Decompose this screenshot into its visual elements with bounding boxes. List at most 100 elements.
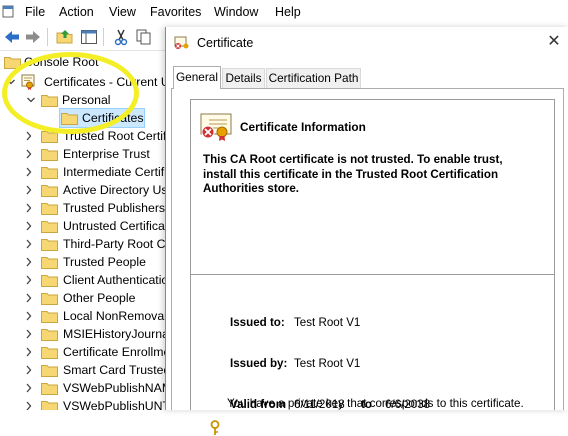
chevron-right-icon[interactable] [24,271,34,289]
up-folder-icon[interactable] [56,28,74,46]
tree-item-store[interactable]: Trusted Publishers [0,199,168,217]
close-button[interactable]: ✕ [544,32,564,52]
tree-item-label: Smart Card Trusted [63,363,168,377]
tab-details[interactable]: Details [222,68,265,88]
tree-item-label: Certificate Enrollme [63,345,168,359]
tree-item-store[interactable]: VSWebPublishUNTI [0,397,168,410]
folder-open-icon [41,95,58,107]
folder-icon [41,293,58,305]
console-tree: Console Root Certificates - Current U Pe… [0,51,168,410]
certificate-information-heading: Certificate Information [240,120,366,134]
tree-item-label: Console Root [24,55,99,69]
tree-item-store[interactable]: Trusted Root Certifi [0,127,168,145]
folder-icon [41,167,58,179]
chevron-right-icon[interactable] [24,127,34,145]
tree-item-label: Trusted Root Certifi [63,129,168,143]
tree-item-certificates-current-user[interactable]: Certificates - Current U [0,73,168,91]
tree-item-label: Enterprise Trust [63,147,150,161]
chevron-right-icon[interactable] [24,325,34,343]
folder-icon [61,113,78,125]
tree-item-store[interactable]: VSWebPublishNAM [0,379,168,397]
folder-icon [41,401,58,410]
certificate-snapin-icon [21,74,35,90]
tree-item-store[interactable]: MSIEHistoryJournal [0,325,168,343]
folder-icon [41,239,58,251]
chevron-right-icon[interactable] [24,397,34,410]
tree-item-store[interactable]: Other People [0,289,168,307]
folder-icon [41,311,58,323]
mmc-app-icon[interactable] [2,5,14,18]
menu-bar: File Action View Favorites Window Help [0,0,568,24]
copy-icon[interactable] [135,28,153,46]
toolbar-divider [103,28,104,46]
issued-by-label: Issued by: [230,357,288,370]
chevron-right-icon[interactable] [24,163,34,181]
certificate-dialog: Certificate ✕ General Details Certificat… [165,27,568,435]
divider [191,274,554,275]
folder-icon [41,149,58,161]
cut-icon[interactable] [112,28,130,46]
tree-item-label: Certificates - Current U [44,75,168,89]
tree-item-store[interactable]: Third-Party Root Ce [0,235,168,253]
folder-icon [41,221,58,233]
tree-item-store[interactable]: Certificate Enrollme [0,343,168,361]
chevron-right-icon[interactable] [24,235,34,253]
chevron-right-icon[interactable] [24,289,34,307]
chevron-right-icon[interactable] [24,343,34,361]
dialog-title: Certificate [197,36,254,50]
chevron-down-icon[interactable] [6,73,16,91]
tree-item-label: Active Directory Use [63,183,168,197]
tab-general[interactable]: General [173,66,221,89]
tree-item-label: Intermediate Certifi [63,165,167,179]
certificate-icon [174,36,189,49]
chevron-right-icon[interactable] [24,307,34,325]
tree-item-store[interactable]: Client Authenticatio [0,271,168,289]
menu-view[interactable]: View [109,5,136,19]
tree-item-console-root[interactable]: Console Root [0,53,168,71]
menu-favorites[interactable]: Favorites [150,5,201,19]
tab-certification-path[interactable]: Certification Path [266,68,361,88]
tree-item-label: VSWebPublishNAM [63,381,168,395]
menu-action[interactable]: Action [59,5,94,19]
chevron-right-icon[interactable] [24,217,34,235]
show-hide-tree-icon[interactable] [80,28,98,46]
issued-to-value: Test Root V1 [294,316,361,329]
tree-item-certificates-selected[interactable]: Certificates [59,108,145,128]
untrusted-certificate-icon [200,113,232,141]
folder-icon [41,347,58,359]
tree-item-personal[interactable]: Personal [0,91,168,109]
tree-item-store[interactable]: Enterprise Trust [0,145,168,163]
menu-file[interactable]: File [25,5,45,19]
trust-warning-message: This CA Root certificate is not trusted.… [203,153,503,195]
tree-item-label: Third-Party Root Ce [63,237,168,251]
folder-icon [41,203,58,215]
tree-item-store[interactable]: Untrusted Certificat [0,217,168,235]
tree-item-label: Local NonRemovab [63,309,168,323]
tree-item-store[interactable]: Smart Card Trusted [0,361,168,379]
folder-icon [41,185,58,197]
tree-item-label: MSIEHistoryJournal [63,327,168,341]
chevron-right-icon[interactable] [24,181,34,199]
tree-item-label: Client Authenticatio [63,273,168,287]
chevron-right-icon[interactable] [24,379,34,397]
menu-window[interactable]: Window [214,5,258,19]
tree-item-store[interactable]: Intermediate Certifi [0,163,168,181]
forward-arrow-icon[interactable] [24,28,42,46]
chevron-right-icon[interactable] [24,361,34,379]
tree-item-store[interactable]: Trusted People [0,253,168,271]
folder-icon [41,275,58,287]
key-icon [210,420,220,435]
chevron-right-icon[interactable] [24,145,34,163]
menu-help[interactable]: Help [275,5,301,19]
folder-icon [41,365,58,377]
tree-item-label: Trusted Publishers [63,201,166,215]
chevron-right-icon[interactable] [24,253,34,271]
chevron-right-icon[interactable] [24,199,34,217]
tree-item-label: Personal [62,93,111,107]
chevron-down-icon[interactable] [26,91,36,109]
folder-icon [41,329,58,341]
folder-icon [41,383,58,395]
tree-item-store[interactable]: Local NonRemovab [0,307,168,325]
tree-item-store[interactable]: Active Directory Use [0,181,168,199]
back-arrow-icon[interactable] [3,28,21,46]
